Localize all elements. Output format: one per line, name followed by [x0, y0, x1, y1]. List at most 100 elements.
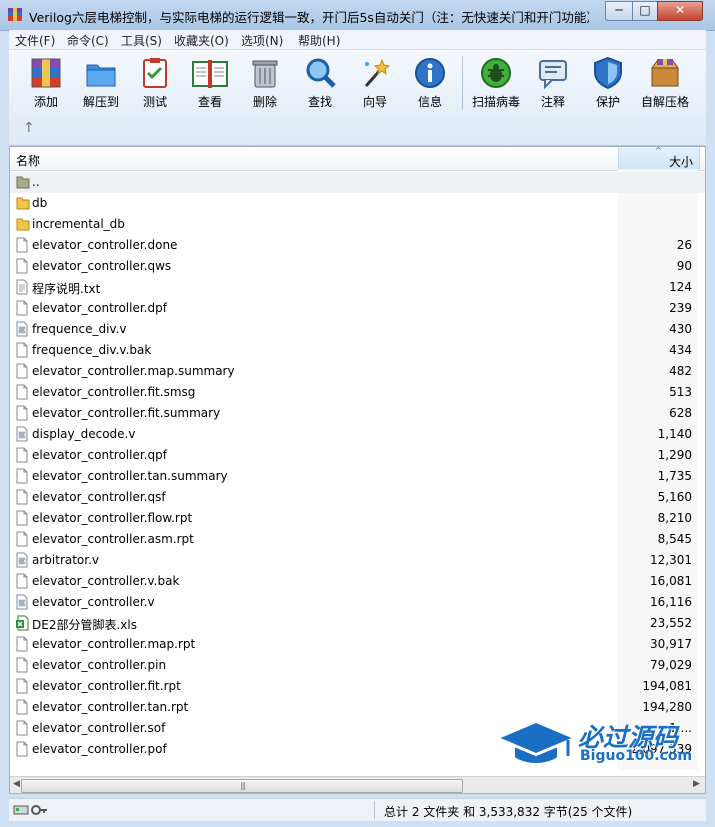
file-size: 1,290: [657, 448, 692, 462]
file-row[interactable]: elevator_controller.fit.rpt 194,081: [10, 676, 705, 697]
menu-file[interactable]: 文件(F): [15, 32, 55, 49]
title-bar[interactable]: Verilog六层电梯控制，与实际电梯的运行逻辑一致，开门后5s自动关门（注：无…: [0, 0, 715, 31]
toolbar-separator: [462, 56, 463, 110]
file-size: 124: [669, 280, 692, 294]
file-row[interactable]: elevator_controller.asm.rpt 8,545: [10, 529, 705, 550]
delete-button[interactable]: 删除: [237, 54, 293, 112]
parent-folder-row[interactable]: ..: [10, 172, 705, 193]
file-icon: [16, 468, 28, 487]
file-row[interactable]: elevator_controller.v.bak 16,081: [10, 571, 705, 592]
file-row[interactable]: DE2部分管脚表.xls 23,552: [10, 613, 705, 634]
file-size: 12,301: [650, 553, 692, 567]
file-row[interactable]: elevator_controller.qsf 5,160: [10, 487, 705, 508]
folder-icon: [16, 195, 30, 214]
file-row[interactable]: elevator_controller.map.summary 482: [10, 361, 705, 382]
file-name: elevator_controller.map.rpt: [32, 637, 196, 651]
menu-tools[interactable]: 工具(S): [121, 32, 162, 49]
file-size: 194,081: [642, 679, 692, 693]
protect-button[interactable]: 保护: [580, 54, 636, 112]
file-row[interactable]: frequence_div.v.bak 434: [10, 340, 705, 361]
file-row[interactable]: db: [10, 193, 705, 214]
add-button[interactable]: 添加: [18, 54, 74, 112]
minimize-button[interactable]: ─: [605, 1, 633, 21]
folder-up-icon: [16, 174, 30, 193]
file-row[interactable]: elevator_controller.v 16,116: [10, 592, 705, 613]
code-file-icon: [16, 321, 28, 340]
scan-virus-button[interactable]: 扫描病毒: [468, 54, 524, 112]
file-row[interactable]: arbitrator.v 12,301: [10, 550, 705, 571]
wizard-label: 向导: [362, 95, 387, 109]
horizontal-scrollbar[interactable]: ◀ ||| ▶: [10, 776, 705, 793]
scan-virus-label: 扫描病毒: [471, 95, 520, 109]
excel-file-icon: [16, 615, 30, 634]
file-size: 194,280: [642, 700, 692, 714]
size-column-header[interactable]: ^ 大小: [618, 147, 700, 169]
file-size: 239: [669, 301, 692, 315]
file-name: 程序说明.txt: [32, 282, 101, 296]
file-icon: [16, 489, 28, 508]
file-size: 1,140: [657, 427, 692, 441]
file-row[interactable]: elevator_controller.map.rpt 30,917: [10, 634, 705, 655]
maximize-button[interactable]: □: [632, 1, 658, 21]
comment-button[interactable]: 注释: [525, 54, 581, 112]
file-name: elevator_controller.flow.rpt: [32, 511, 193, 525]
file-icon: [16, 300, 28, 319]
wizard-wand-icon: [364, 58, 391, 87]
file-icon: [16, 447, 28, 466]
file-row[interactable]: elevator_controller.flow.rpt 8,210: [10, 508, 705, 529]
wizard-button[interactable]: 向导: [347, 54, 403, 112]
file-name: ..: [32, 175, 40, 189]
file-icon: [16, 510, 28, 529]
file-row[interactable]: elevator_controller.tan.summary 1,735: [10, 466, 705, 487]
menu-favorites[interactable]: 收藏夹(O): [174, 32, 229, 49]
folder-icon: [16, 216, 30, 235]
file-row[interactable]: elevator_controller.qws 90: [10, 256, 705, 277]
file-icon: [16, 342, 28, 361]
scroll-left-icon[interactable]: ◀: [13, 779, 20, 789]
menu-command[interactable]: 命令(C): [67, 32, 109, 49]
file-row[interactable]: elevator_controller.qpf 1,290: [10, 445, 705, 466]
file-row[interactable]: frequence_div.v 430: [10, 319, 705, 340]
menu-options[interactable]: 选项(N): [241, 32, 283, 49]
protect-label: 保护: [595, 95, 620, 109]
file-row[interactable]: incremental_db: [10, 214, 705, 235]
close-button[interactable]: ✕: [657, 1, 703, 21]
extract-label: 解压到: [82, 95, 119, 109]
sort-ascending-icon: ^: [655, 146, 662, 155]
file-row[interactable]: elevator_controller.dpf 239: [10, 298, 705, 319]
file-row[interactable]: elevator_controller.done 26: [10, 235, 705, 256]
file-icon: [16, 657, 28, 676]
extract-button[interactable]: 解压到: [73, 54, 129, 112]
drive-key-icon[interactable]: [13, 803, 49, 817]
test-label: 测试: [142, 95, 167, 109]
test-clipboard-icon: [143, 58, 167, 88]
up-level-icon[interactable]: ↑: [23, 120, 35, 136]
file-row[interactable]: display_decode.v 1,140: [10, 424, 705, 445]
file-row[interactable]: elevator_controller.fit.summary 628: [10, 403, 705, 424]
file-size: 23,552: [650, 616, 692, 630]
file-name: elevator_controller.dpf: [32, 301, 167, 315]
file-name: elevator_controller.v: [32, 595, 155, 609]
file-name: elevator_controller.v.bak: [32, 574, 180, 588]
file-row[interactable]: elevator_controller.pin 79,029: [10, 655, 705, 676]
test-button[interactable]: 测试: [127, 54, 183, 112]
find-button[interactable]: 查找: [292, 54, 348, 112]
view-label: 查看: [197, 95, 222, 109]
file-icon: [16, 384, 28, 403]
scroll-right-icon[interactable]: ▶: [693, 779, 700, 789]
view-button[interactable]: 查看: [182, 54, 238, 112]
status-divider: [374, 801, 375, 819]
name-column-header[interactable]: 名称: [16, 152, 40, 169]
file-row[interactable]: elevator_controller.fit.smsg 513: [10, 382, 705, 403]
info-button[interactable]: 信息: [402, 54, 458, 112]
menu-help[interactable]: 帮助(H): [298, 32, 340, 49]
file-row[interactable]: 程序说明.txt 124: [10, 277, 705, 298]
file-name: frequence_div.v: [32, 322, 127, 336]
window-title: Verilog六层电梯控制，与实际电梯的运行逻辑一致，开门后5s自动关门（注：无…: [29, 10, 589, 25]
code-file-icon: [16, 594, 28, 613]
file-row[interactable]: elevator_controller.tan.rpt 194,280: [10, 697, 705, 718]
sfx-button[interactable]: 自解压格: [637, 54, 693, 112]
scrollbar-thumb[interactable]: |||: [21, 779, 463, 793]
delete-trash-icon: [252, 60, 278, 88]
view-book-icon: [192, 60, 228, 88]
